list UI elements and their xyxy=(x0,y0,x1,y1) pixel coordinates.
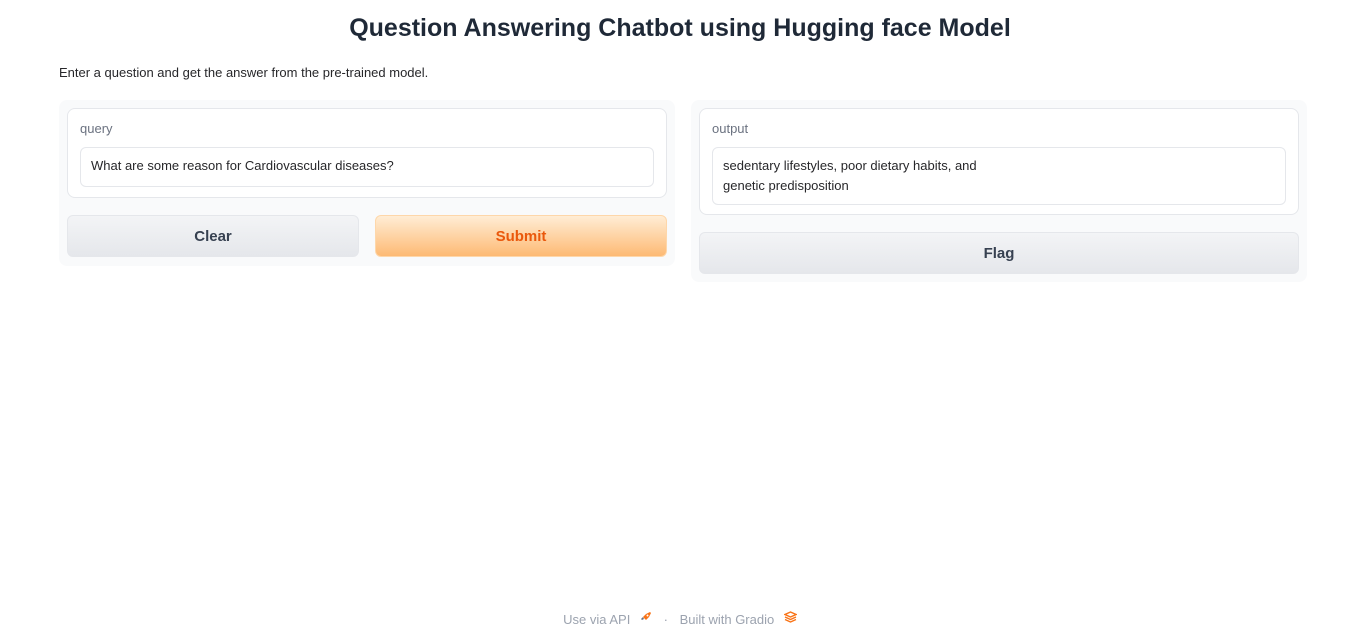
query-label: query xyxy=(80,121,113,136)
built-with-gradio-link[interactable]: Built with Gradio xyxy=(679,610,798,629)
output-line-1: sedentary lifestyles, poor dietary habit… xyxy=(723,158,977,173)
query-block: query What are some reason for Cardiovas… xyxy=(67,108,667,198)
footer-separator: · xyxy=(663,611,668,627)
output-panel: output sedentary lifestyles, poor dietar… xyxy=(691,100,1307,282)
use-via-api-label: Use via API xyxy=(563,611,631,627)
output-label: output xyxy=(712,121,749,136)
query-input[interactable]: What are some reason for Cardiovascular … xyxy=(80,147,654,187)
built-with-gradio-label: Built with Gradio xyxy=(679,611,775,627)
page-description: Enter a question and get the answer from… xyxy=(59,65,429,80)
input-panel: query What are some reason for Cardiovas… xyxy=(59,100,675,266)
output-line-2: genetic predisposition xyxy=(723,178,849,193)
output-textbox[interactable]: sedentary lifestyles, poor dietary habit… xyxy=(712,147,1286,205)
footer: Use via API · Built with Gradio xyxy=(0,610,1360,629)
page-title: Question Answering Chatbot using Hugging… xyxy=(349,14,1011,42)
output-block: output sedentary lifestyles, poor dietar… xyxy=(699,108,1299,215)
use-via-api-link[interactable]: Use via API xyxy=(563,610,652,629)
submit-button[interactable]: Submit xyxy=(375,215,667,257)
gradio-logo-icon xyxy=(783,611,798,629)
flag-button[interactable]: Flag xyxy=(699,232,1299,274)
clear-button[interactable]: Clear xyxy=(67,215,359,257)
rocket-icon xyxy=(640,611,652,629)
